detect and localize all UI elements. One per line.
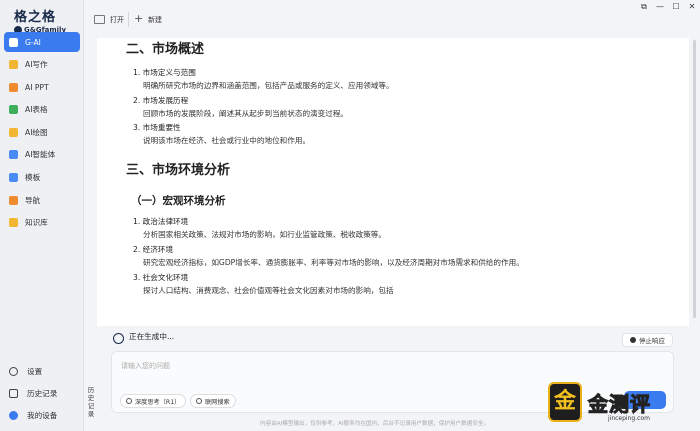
- list-item-desc: 回顾市场的发展阶段，阐述其从起步到当前状态的演变过程。: [143, 109, 349, 118]
- minimize-icon[interactable]: —: [652, 0, 668, 14]
- logo-cn: 格之格: [14, 10, 57, 25]
- sidebar-item-ai-paint[interactable]: AI绘图: [4, 122, 80, 142]
- deep-think-toggle[interactable]: 深度思考（R1）: [120, 394, 187, 408]
- disclaimer-text: 内容由AI模型输出，仅供参考，AI服务均在国内，后台不记录用户数据，保护用户数据…: [260, 421, 490, 427]
- device-icon: [9, 411, 18, 420]
- list-item-title: 1. 市场定义与范围: [133, 68, 196, 77]
- sidebar-item-knowledge[interactable]: 知识库: [4, 213, 80, 233]
- knowledge-icon: [9, 218, 18, 228]
- sidebar-item-label: 知识库: [25, 218, 48, 228]
- history-icon: [9, 389, 18, 398]
- section-heading-market-environment: 三、市场环境分析: [126, 163, 231, 178]
- table-icon: [9, 105, 18, 115]
- watermark-url: jinceping.com: [608, 415, 650, 422]
- sidebar-item-label: 导航: [25, 195, 41, 205]
- sidebar-item-ai-table[interactable]: AI表格: [4, 100, 80, 120]
- sidebar-item-ai-write[interactable]: AI写作: [4, 55, 80, 75]
- sidebar-item-template[interactable]: 模板: [4, 168, 80, 188]
- history-toggle[interactable]: 历 史 记 录: [86, 386, 96, 418]
- restore-icon[interactable]: ⧉: [636, 0, 652, 14]
- paint-icon: [9, 127, 18, 137]
- top-bar: 打开 + 新建 ⧉ — ☐ ✕: [84, 0, 700, 38]
- watermark-badge: 金: [548, 382, 582, 422]
- plus-icon[interactable]: +: [134, 13, 143, 24]
- subsection-heading-macro: （一）宏观环境分析: [131, 195, 226, 207]
- list-item-desc: 探讨人口结构、消费观念、社会价值观等社会文化因素对市场的影响，包括: [143, 286, 394, 295]
- list-item-title: 1. 政治法律环境: [133, 217, 189, 226]
- write-icon: [9, 60, 18, 70]
- nav-icon: [9, 195, 18, 205]
- template-icon: [9, 173, 18, 183]
- watermark-text: 金测评: [588, 392, 651, 417]
- stop-icon: [630, 337, 636, 343]
- sidebar-item-ai-ppt[interactable]: AI PPT: [4, 77, 80, 97]
- settings-icon: [9, 367, 18, 376]
- g-ai-icon: [9, 37, 18, 47]
- sidebar-item-label: 模板: [25, 173, 41, 183]
- sidebar-item-settings[interactable]: 设置: [4, 362, 80, 381]
- stop-response-label: 停止响应: [639, 337, 665, 345]
- sidebar-item-label: AI PPT: [25, 82, 49, 92]
- sidebar-item-device[interactable]: 我的设备: [4, 406, 80, 425]
- window-controls: ⧉ — ☐ ✕: [636, 0, 700, 14]
- globe-icon: [196, 398, 202, 404]
- watermark: 金 金测评 jinceping.com: [548, 382, 698, 428]
- deep-think-label: 深度思考（R1）: [135, 398, 181, 406]
- sidebar-item-g-ai[interactable]: G-AI: [4, 32, 80, 52]
- list-item-title: 2. 市场发展历程: [133, 96, 189, 105]
- document-scrollbar[interactable]: [693, 40, 696, 318]
- list-item-title: 2. 经济环境: [133, 245, 174, 254]
- web-search-toggle[interactable]: 联网搜索: [190, 394, 236, 408]
- sidebar-item-label: AI表格: [25, 105, 48, 115]
- maximize-icon[interactable]: ☐: [668, 0, 684, 14]
- sidebar-item-navigation[interactable]: 导航: [4, 190, 80, 210]
- web-search-label: 联网搜索: [205, 398, 230, 406]
- new-button[interactable]: 新建: [148, 15, 162, 25]
- sidebar-item-ai-agent[interactable]: AI智能体: [4, 145, 80, 165]
- generating-status: 正在生成中...: [129, 332, 175, 341]
- list-item-desc: 说明该市场在经济、社会或行业中的地位和作用。: [143, 136, 311, 145]
- section-heading-market-overview: 二、市场概述: [126, 42, 205, 57]
- close-icon[interactable]: ✕: [684, 0, 700, 14]
- sidebar-item-history[interactable]: 历史记录: [4, 384, 80, 403]
- sidebar-item-label: AI写作: [25, 60, 48, 70]
- open-button[interactable]: 打开: [110, 15, 124, 25]
- ai-avatar-icon: [113, 333, 124, 344]
- stop-response-button[interactable]: 停止响应: [622, 333, 673, 347]
- list-item-desc: 分析国家相关政策、法规对市场的影响，如行业监管政策、税收政策等。: [143, 230, 386, 239]
- sidebar-item-label: AI智能体: [25, 150, 56, 160]
- list-item-desc: 研究宏观经济指标，如GDP增长率、通货膨胀率、利率等对市场的影响，以及经济周期对…: [143, 258, 524, 267]
- list-item-title: 3. 市场重要性: [133, 123, 181, 132]
- folder-icon[interactable]: [94, 15, 105, 24]
- sidebar-bottom: 设置 历史记录 我的设备: [4, 362, 80, 428]
- document-view: 二、市场概述 1. 市场定义与范围 明确所研究市场的边界和涵盖范围，包括产品或服…: [97, 38, 689, 326]
- list-item-title: 3. 社会文化环境: [133, 273, 189, 282]
- sidebar-item-label: AI绘图: [25, 127, 48, 137]
- deep-think-icon: [126, 398, 132, 404]
- sidebar-item-label: 历史记录: [27, 389, 58, 398]
- sidebar: 格之格 G&Gfamily G-AI AI写作 AI PPT AI表格 AI绘图: [0, 0, 84, 431]
- sidebar-item-label: 设置: [27, 367, 43, 376]
- sidebar-nav: G-AI AI写作 AI PPT AI表格 AI绘图 AI智能体 模板 导航 知…: [4, 32, 80, 235]
- sidebar-item-label: G-AI: [25, 37, 41, 47]
- ppt-icon: [9, 82, 18, 92]
- sidebar-item-label: 我的设备: [27, 411, 58, 420]
- divider: [128, 12, 129, 27]
- app-logo: 格之格 G&Gfamily: [14, 6, 74, 34]
- agent-icon: [9, 150, 18, 160]
- chat-input-placeholder: 请输入您的问题: [121, 362, 170, 370]
- list-item-desc: 明确所研究市场的边界和涵盖范围，包括产品或服务的定义、应用领域等。: [143, 81, 394, 90]
